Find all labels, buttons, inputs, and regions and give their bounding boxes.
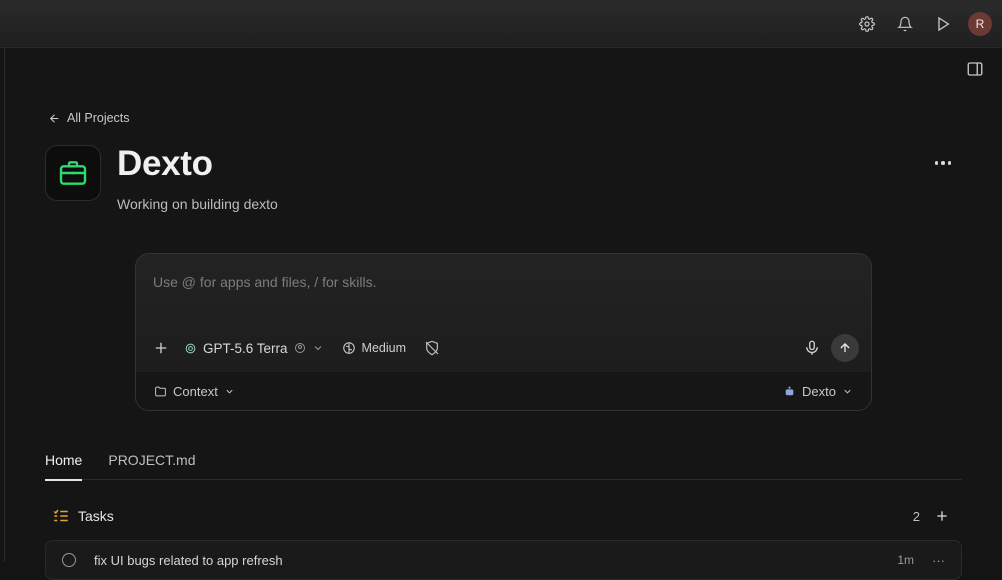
shield-off-icon[interactable] bbox=[424, 340, 440, 356]
send-button[interactable] bbox=[831, 334, 859, 362]
topbar-actions: R bbox=[854, 11, 992, 37]
arrow-up-icon bbox=[838, 341, 852, 355]
task-time: 1m bbox=[897, 553, 914, 567]
panel-toggle-icon[interactable] bbox=[966, 60, 984, 78]
arrow-left-icon bbox=[48, 112, 61, 125]
top-bar: R bbox=[0, 0, 1002, 48]
chevron-down-icon bbox=[224, 386, 235, 397]
page-subtitle: Working on building dexto bbox=[117, 196, 278, 212]
agent-selector[interactable]: Dexto bbox=[783, 384, 853, 399]
task-more-icon[interactable]: ··· bbox=[932, 553, 945, 568]
tab-project-md[interactable]: PROJECT.md bbox=[108, 446, 195, 480]
tasks-title: Tasks bbox=[78, 508, 114, 524]
openai-icon bbox=[184, 342, 197, 355]
brain-icon bbox=[342, 341, 356, 355]
model-selector[interactable]: GPT-5.6 Terra bbox=[184, 341, 324, 356]
composer-toolbar: GPT-5.6 Terra Medium bbox=[152, 334, 859, 362]
tab-home[interactable]: Home bbox=[45, 446, 82, 480]
avatar[interactable]: R bbox=[968, 12, 992, 36]
play-icon[interactable] bbox=[930, 11, 956, 37]
plus-icon[interactable] bbox=[152, 339, 170, 357]
back-to-projects-link[interactable]: All Projects bbox=[48, 111, 130, 125]
gear-icon[interactable] bbox=[854, 11, 880, 37]
user-circle-icon bbox=[294, 342, 306, 354]
task-title: fix UI bugs related to app refresh bbox=[94, 553, 283, 568]
briefcase-icon bbox=[57, 157, 89, 189]
tasks-header: Tasks 2 bbox=[52, 507, 950, 525]
chevron-down-icon bbox=[842, 386, 853, 397]
chevron-down-icon bbox=[312, 342, 324, 354]
context-label: Context bbox=[173, 384, 218, 399]
context-selector[interactable]: Context bbox=[154, 384, 235, 399]
composer-footer: Context Dexto bbox=[136, 371, 871, 410]
project-tabs: Home PROJECT.md bbox=[45, 446, 962, 480]
composer: Use @ for apps and files, / for skills. … bbox=[135, 253, 872, 411]
effort-selector[interactable]: Medium bbox=[342, 341, 406, 355]
microphone-icon[interactable] bbox=[803, 339, 821, 357]
folder-icon bbox=[154, 385, 167, 398]
bell-icon[interactable] bbox=[892, 11, 918, 37]
list-tasks-icon bbox=[52, 507, 70, 525]
composer-actions bbox=[803, 334, 859, 362]
effort-label: Medium bbox=[362, 341, 406, 355]
tasks-count: 2 bbox=[913, 509, 920, 524]
prompt-input[interactable]: Use @ for apps and files, / for skills. bbox=[153, 274, 377, 290]
back-link-label: All Projects bbox=[67, 111, 130, 125]
more-options-icon[interactable] bbox=[932, 154, 954, 172]
task-status-icon[interactable] bbox=[62, 553, 76, 567]
project-icon bbox=[45, 145, 101, 201]
model-label: GPT-5.6 Terra bbox=[203, 341, 288, 356]
add-task-icon[interactable] bbox=[934, 508, 950, 524]
task-row[interactable]: fix UI bugs related to app refresh 1m ··… bbox=[45, 540, 962, 580]
robot-icon bbox=[783, 385, 796, 398]
page-title: Dexto bbox=[117, 144, 213, 184]
agent-label: Dexto bbox=[802, 384, 836, 399]
